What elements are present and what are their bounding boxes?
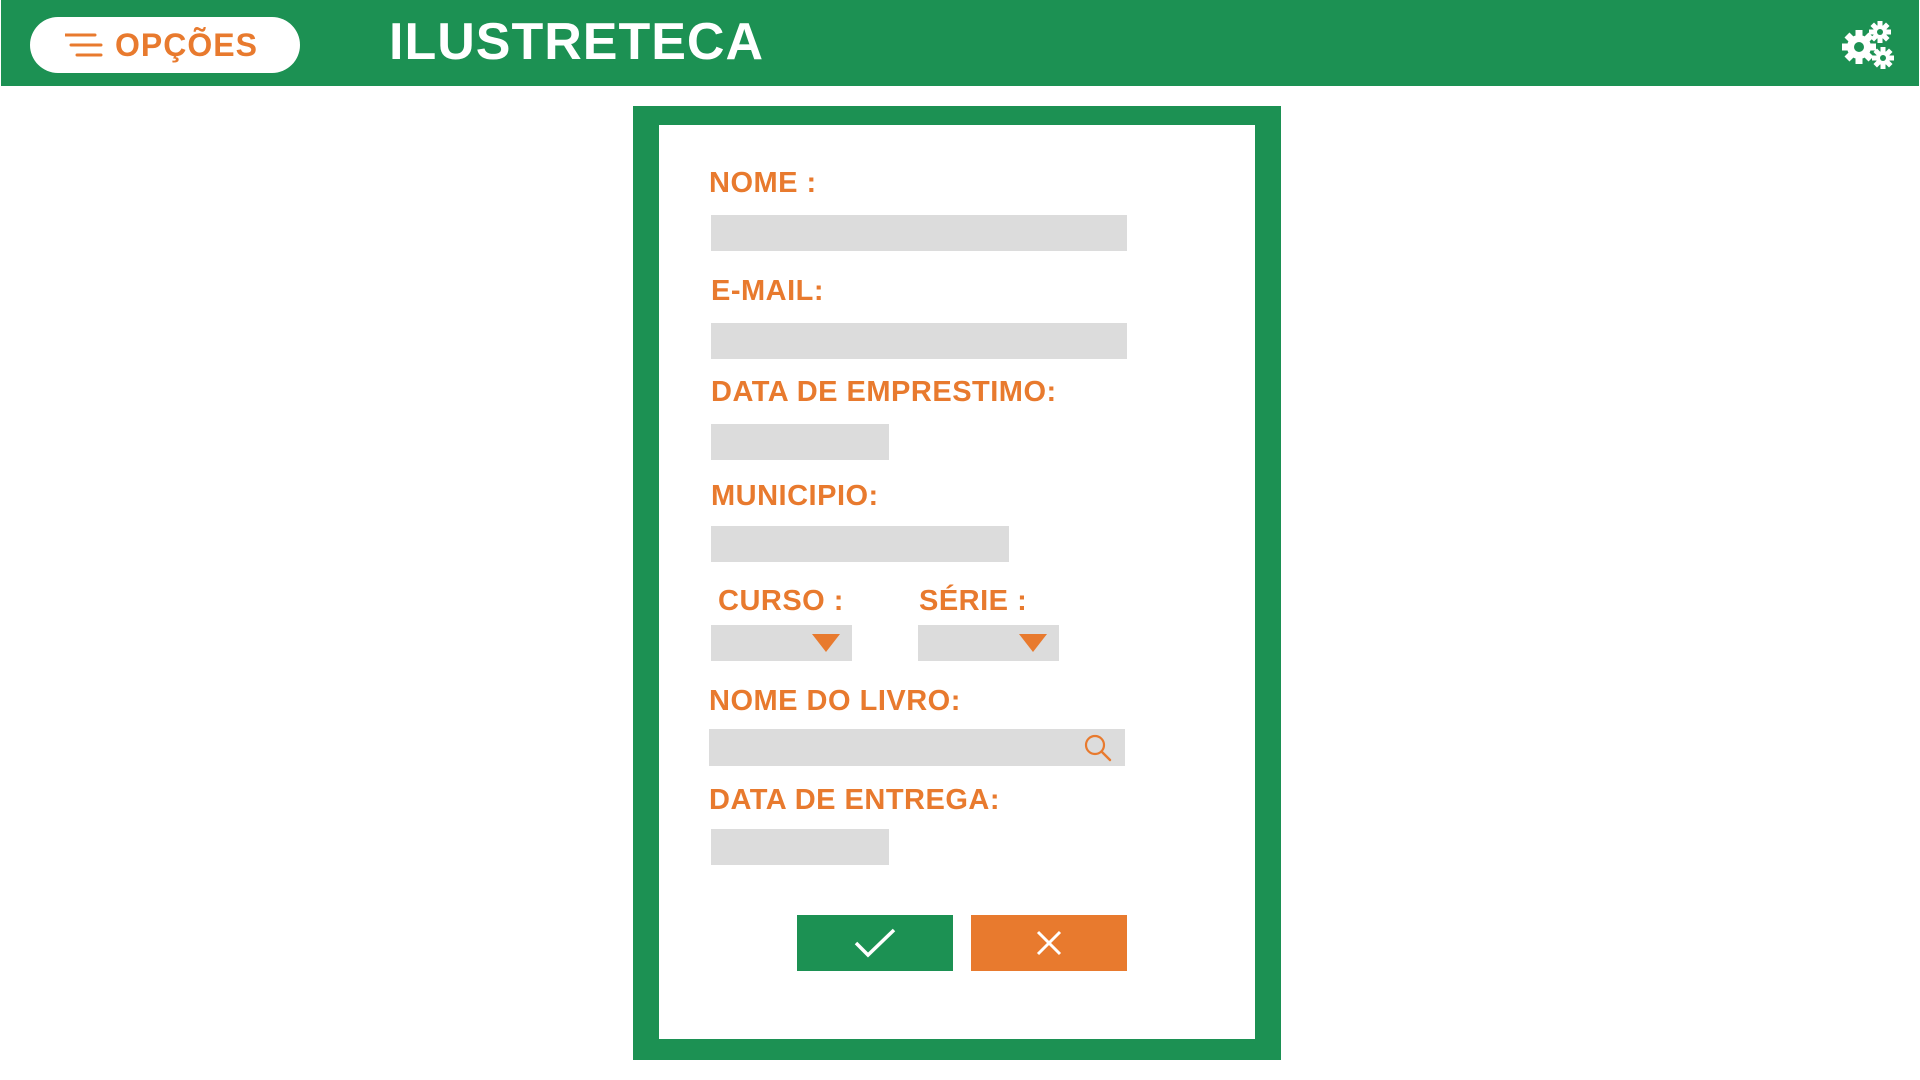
- data-entrega-field[interactable]: [711, 829, 889, 865]
- data-emprestimo-field[interactable]: [711, 424, 889, 460]
- confirm-button[interactable]: [797, 915, 953, 971]
- chevron-down-icon: [1019, 634, 1047, 652]
- loan-form: NOME : E-MAIL: DATA DE EMPRESTIMO: MUNIC…: [659, 125, 1255, 1039]
- serie-label: SÉRIE :: [919, 585, 1028, 617]
- nome-livro-field[interactable]: [709, 729, 1069, 766]
- options-menu-button[interactable]: OPÇÕES: [30, 17, 300, 73]
- form-card-frame: NOME : E-MAIL: DATA DE EMPRESTIMO: MUNIC…: [633, 106, 1281, 1060]
- gears-icon[interactable]: [1839, 20, 1895, 72]
- municipio-field[interactable]: [711, 526, 1009, 562]
- search-icon[interactable]: [1083, 733, 1113, 763]
- chevron-down-icon: [812, 634, 840, 652]
- cancel-button[interactable]: [971, 915, 1127, 971]
- nome-livro-label: NOME DO LIVRO:: [709, 685, 961, 717]
- curso-label: CURSO :: [718, 585, 844, 617]
- municipio-label: MUNICIPIO:: [711, 480, 879, 512]
- curso-select[interactable]: [711, 625, 852, 661]
- nome-label: NOME :: [709, 167, 817, 199]
- menu-lines-icon: [65, 33, 103, 57]
- email-field[interactable]: [711, 323, 1127, 359]
- checkmark-icon: [854, 928, 896, 958]
- serie-select[interactable]: [918, 625, 1059, 661]
- app-title: ILUSTRETECA: [389, 13, 764, 71]
- nome-livro-search: [709, 729, 1125, 766]
- data-entrega-label: DATA DE ENTREGA:: [709, 784, 1001, 816]
- options-menu-label: OPÇÕES: [115, 26, 258, 63]
- top-bar: OPÇÕES ILUSTRETECA: [1, 0, 1919, 86]
- data-emprestimo-label: DATA DE EMPRESTIMO:: [711, 376, 1057, 408]
- email-label: E-MAIL:: [711, 275, 825, 307]
- close-icon: [1036, 930, 1062, 956]
- nome-field[interactable]: [711, 215, 1127, 251]
